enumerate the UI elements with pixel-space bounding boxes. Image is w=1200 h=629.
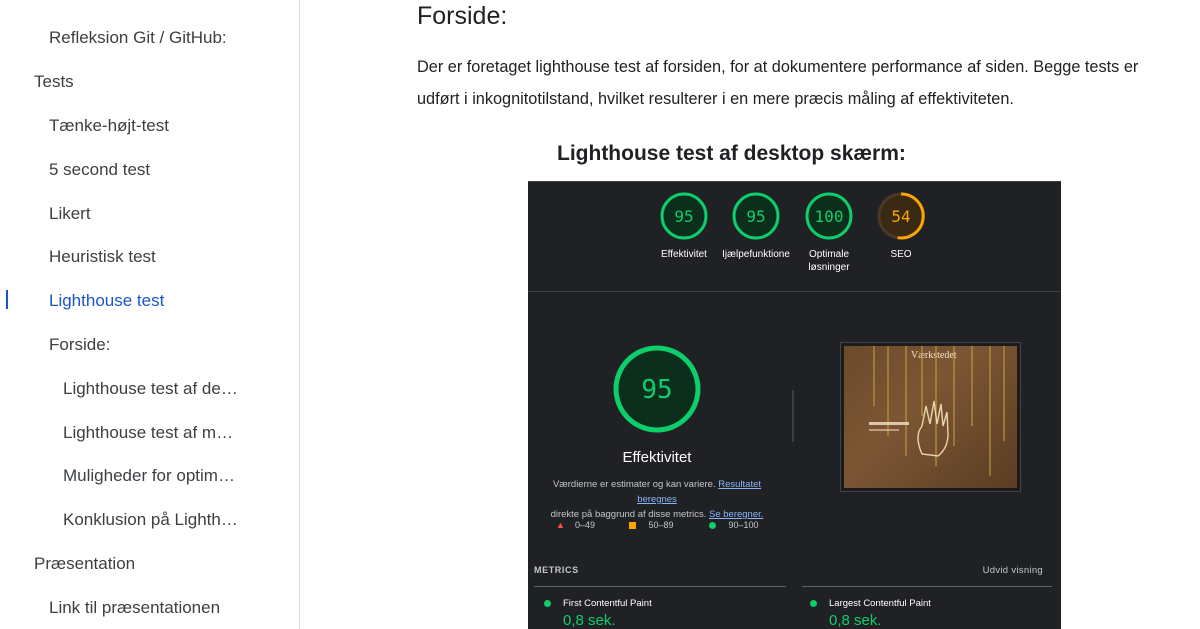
score-gauge-hjaelpefunktioner: 95 [732,192,780,240]
sidebar-item-heuristisk-test[interactable]: Heuristisk test [49,247,156,267]
thumbnail-image: Værkstedet [844,346,1017,488]
divider [792,390,794,442]
sidebar-item-refleksion-git[interactable]: Refleksion Git / GitHub: [49,28,227,48]
metric-fcp-value: 0,8 sek. [563,612,616,629]
score-label: SEO [890,249,912,260]
legend-fail: ▲ 0–49 [556,520,595,530]
score-label: Effektivitet [661,249,707,260]
score-value: 95 [746,207,765,226]
triangle-icon: ▲ [556,520,565,530]
sidebar-item-muligheder[interactable]: Muligheder for optim… [63,466,235,486]
divider [802,586,1052,587]
square-icon [629,522,636,530]
thumbnail-art [869,346,1005,476]
section-subheading: Lighthouse test af desktop skærm: [557,142,906,165]
divider [534,586,786,587]
sidebar-item-lighthouse-test[interactable]: Lighthouse test [49,291,164,311]
main-content: Forside: Der er foretaget lighthouse tes… [300,0,1200,629]
metric-fcp: First Contentful Paint [544,598,652,609]
metric-name: Largest Contentful Paint [829,598,931,609]
sidebar-item-5-second-test[interactable]: 5 second test [49,160,150,180]
sidebar-item-konklusion[interactable]: Konklusion på Lighth… [63,510,238,530]
metric-lcp-value: 0,8 sek. [829,612,882,629]
divider [528,291,1061,292]
score-value: 100 [815,207,844,226]
metric-name: First Contentful Paint [563,598,652,609]
legend-range-average: 50–89 [648,520,674,530]
sidebar-item-taenke-hoejt-test[interactable]: Tænke-højt-test [49,116,169,136]
main-score-label: Effektivitet [622,449,692,466]
main-score-value: 95 [641,375,672,405]
legend-range-pass: 90–100 [728,520,759,530]
sidebar-item-forside[interactable]: Forside: [49,335,110,355]
circle-icon [709,522,716,530]
active-indicator [6,290,8,309]
metric-lcp: Largest Contentful Paint [810,598,931,609]
sidebar-nav: Refleksion Git / GitHub: Tests Tænke-høj… [0,0,300,629]
legend-range-fail: 0–49 [574,520,595,530]
desc-text: Værdierne er estimater og kan variere. [552,479,719,490]
score-description: Værdierne er estimater og kan variere. R… [532,477,782,522]
score-label: Optimale løsninger [808,249,850,273]
sidebar-item-praesentation[interactable]: Præsentation [34,554,135,574]
sidebar-item-likert[interactable]: Likert [49,204,91,224]
score-gauge-seo: 54 [877,192,925,240]
pass-circle-icon [544,599,551,607]
page-screenshot-thumbnail: Værkstedet [840,342,1021,492]
sidebar-item-tests[interactable]: Tests [34,72,74,92]
pass-circle-icon [810,599,817,607]
score-gauge-effektivitet: 95 [660,192,708,240]
score-value: 54 [891,207,910,226]
page-heading: Forside: [417,2,508,30]
legend-pass: 90–100 [709,520,759,530]
sidebar-item-lighthouse-mobile[interactable]: Lighthouse test af m… [63,423,233,443]
intro-paragraph: Der er foretaget lighthouse test af fors… [417,58,1139,108]
metrics-heading: METRICS [534,565,579,575]
calculator-link[interactable]: Se beregner. [709,509,763,520]
sidebar-item-link-praesentation[interactable]: Link til præsentationen [49,598,220,618]
desc-text: direkte på baggrund af disse metrics. [550,509,709,520]
sidebar-item-lighthouse-desktop[interactable]: Lighthouse test af de… [63,379,238,399]
legend-average: 50–89 [629,520,674,530]
score-value: 95 [674,207,693,226]
lighthouse-report-image: 95 95 100 54 Effektivitet Ijælpefunktion… [528,181,1061,629]
score-label: Ijælpefunktione [722,249,790,260]
score-gauge-optimale-loesninger: 100 [805,192,853,240]
main-score-gauge: 95 [613,345,701,433]
expand-view-toggle[interactable]: Udvid visning [983,565,1043,576]
